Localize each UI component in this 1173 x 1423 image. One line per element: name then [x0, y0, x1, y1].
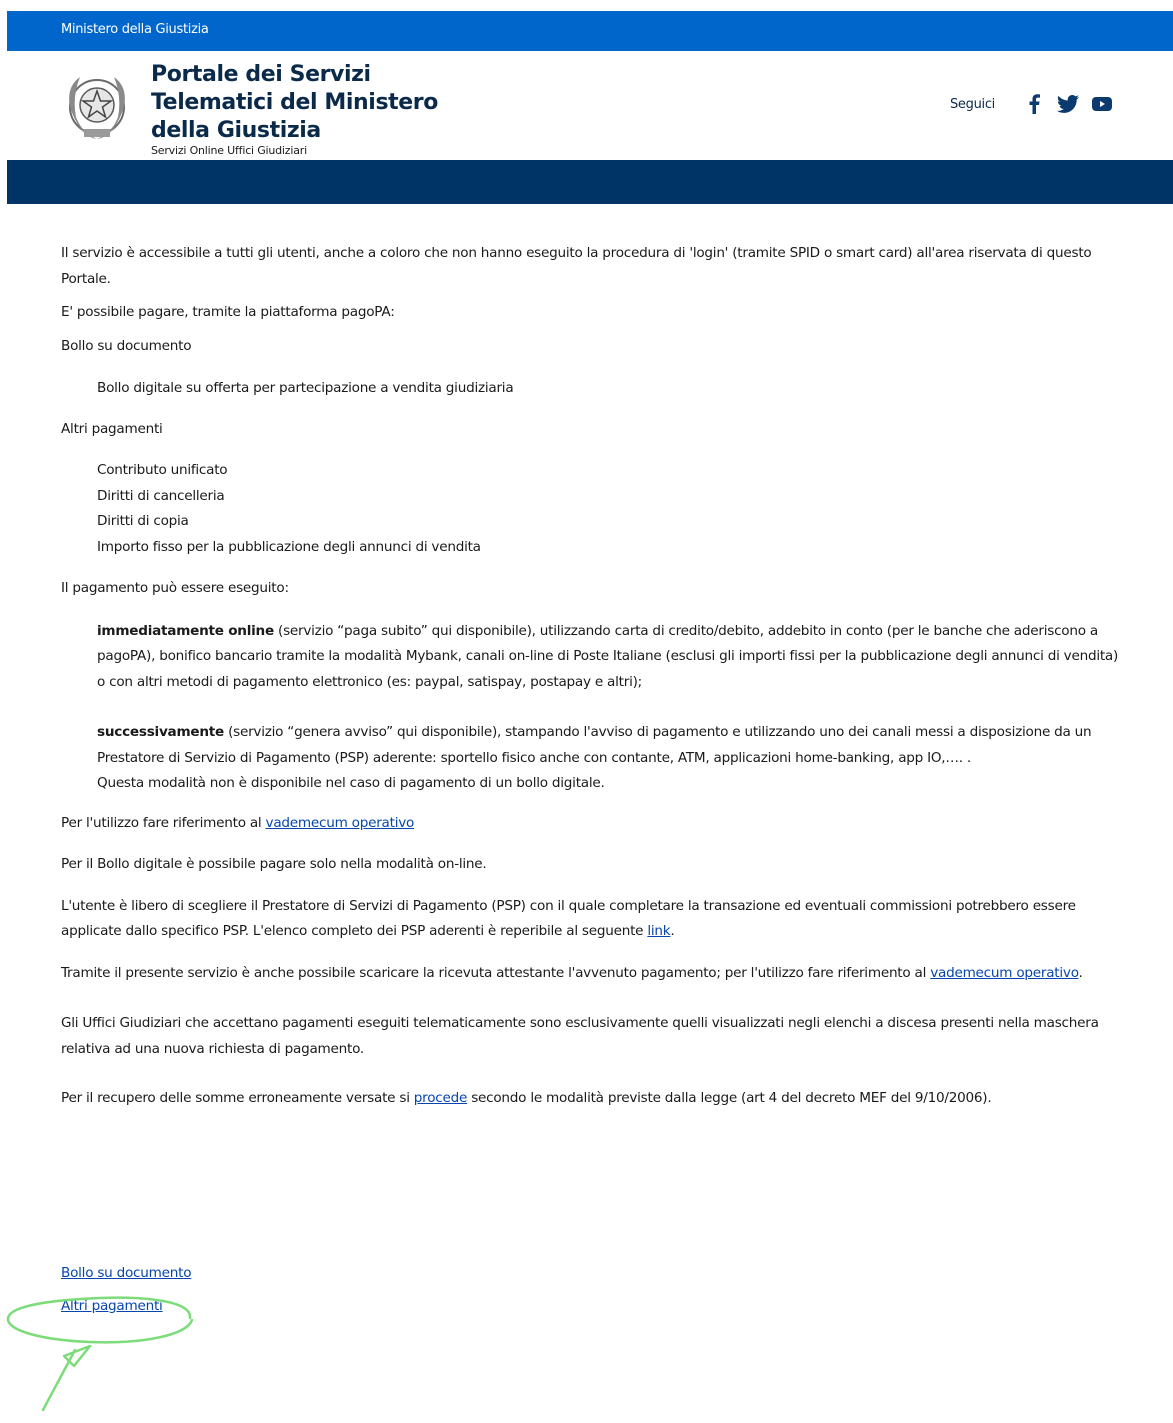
twitter-icon[interactable] — [1057, 93, 1079, 115]
bottom-links: Bollo su documento Altri pagamenti — [61, 1265, 192, 1314]
annotation-arrow-head — [62, 1344, 92, 1368]
ministry-label[interactable]: Ministero della Giustizia — [61, 22, 209, 37]
later-note: Questa modalità non è disponibile nel ca… — [97, 775, 605, 791]
bollo-item: Bollo digitale su offerta per partecipaz… — [97, 380, 514, 396]
refund-procede-link[interactable]: procede — [414, 1090, 468, 1106]
site-title[interactable]: Portale dei Servizi Telematici del Minis… — [151, 61, 481, 145]
psp-para: L'utente è libero di scegliere il Presta… — [61, 894, 1121, 945]
altri-pagamenti-link[interactable]: Altri pagamenti — [61, 1298, 191, 1314]
site-subtitle: Servizi Online Uffici Giudiziari — [151, 144, 307, 157]
later-option: successivamente (servizio “genera avviso… — [61, 720, 1121, 771]
annotation-arrow-shaft — [41, 1348, 77, 1412]
later-bold: successivamente — [97, 724, 225, 740]
bollo-su-documento-link[interactable]: Bollo su documento — [61, 1265, 192, 1281]
later-text: (servizio “genera avviso” qui disponibil… — [97, 724, 1092, 766]
site-title-line-1: Portale dei Servizi — [151, 62, 371, 87]
refund-text: Per il recupero delle somme erroneamente… — [61, 1090, 414, 1106]
social-links: Seguici — [950, 93, 1113, 115]
site-title-line-2: Telematici del Ministero — [151, 90, 438, 115]
altri-heading: Altri pagamenti — [61, 420, 163, 437]
list-item: Diritti di cancelleria — [97, 487, 225, 504]
list-item: Importo fisso per la pubblicazione degli… — [97, 538, 481, 555]
payment-can-text: Il pagamento può essere eseguito: — [61, 580, 289, 596]
vademecum-text: Per l'utilizzo fare riferimento al — [61, 814, 266, 831]
bollo-online-text: Per il Bollo digitale è possibile pagare… — [61, 856, 487, 872]
list-item: Diritti di copia — [97, 513, 189, 529]
facebook-icon[interactable] — [1023, 93, 1045, 115]
social-label: Seguici — [949, 96, 995, 112]
receipt-text: Tramite il presente servizio è anche pos… — [61, 964, 931, 981]
online-bold: immediatamente online — [97, 622, 274, 639]
republic-emblem-icon[interactable] — [62, 67, 132, 147]
receipt-vademecum-link[interactable]: vademecum operativo — [930, 965, 1079, 981]
receipt-end: . — [1078, 964, 1083, 981]
psp-link[interactable]: link — [647, 923, 670, 939]
altri-list: Contributo unificato Diritti di cancelle… — [61, 458, 1121, 560]
bollo-heading: Bollo su documento — [61, 337, 192, 354]
psp-end: . — [670, 923, 675, 939]
offices-text: Gli Uffici Giudiziari che accettano paga… — [61, 1015, 1099, 1057]
psp-text: L'utente è libero di scegliere il Presta… — [61, 897, 1076, 940]
top-bar: Ministero della Giustizia — [7, 11, 1173, 51]
nav-bar — [7, 160, 1173, 204]
refund-para: Per il recupero delle somme erroneamente… — [61, 1086, 1121, 1112]
site-header: Portale dei Servizi Telematici del Minis… — [7, 51, 1173, 160]
main-content: Il servizio è accessibile a tutti gli ut… — [61, 241, 1121, 1112]
site-title-line-3: della Giustizia — [151, 118, 321, 143]
vademecum-para: Per l'utilizzo fare riferimento al vadem… — [61, 811, 1121, 837]
receipt-para: Tramite il presente servizio è anche pos… — [61, 961, 1121, 987]
can-pay-text: E' possibile pagare, tramite la piattafo… — [61, 304, 395, 320]
refund-text-end: secondo le modalità previste dalla legge… — [467, 1090, 992, 1106]
vademecum-link[interactable]: vademecum operativo — [266, 815, 415, 831]
youtube-icon[interactable] — [1091, 93, 1113, 115]
intro-text: Il servizio è accessibile a tutti gli ut… — [61, 245, 1092, 287]
online-option: immediatamente online (servizio “paga su… — [61, 619, 1121, 696]
list-item: Contributo unificato — [97, 462, 228, 478]
